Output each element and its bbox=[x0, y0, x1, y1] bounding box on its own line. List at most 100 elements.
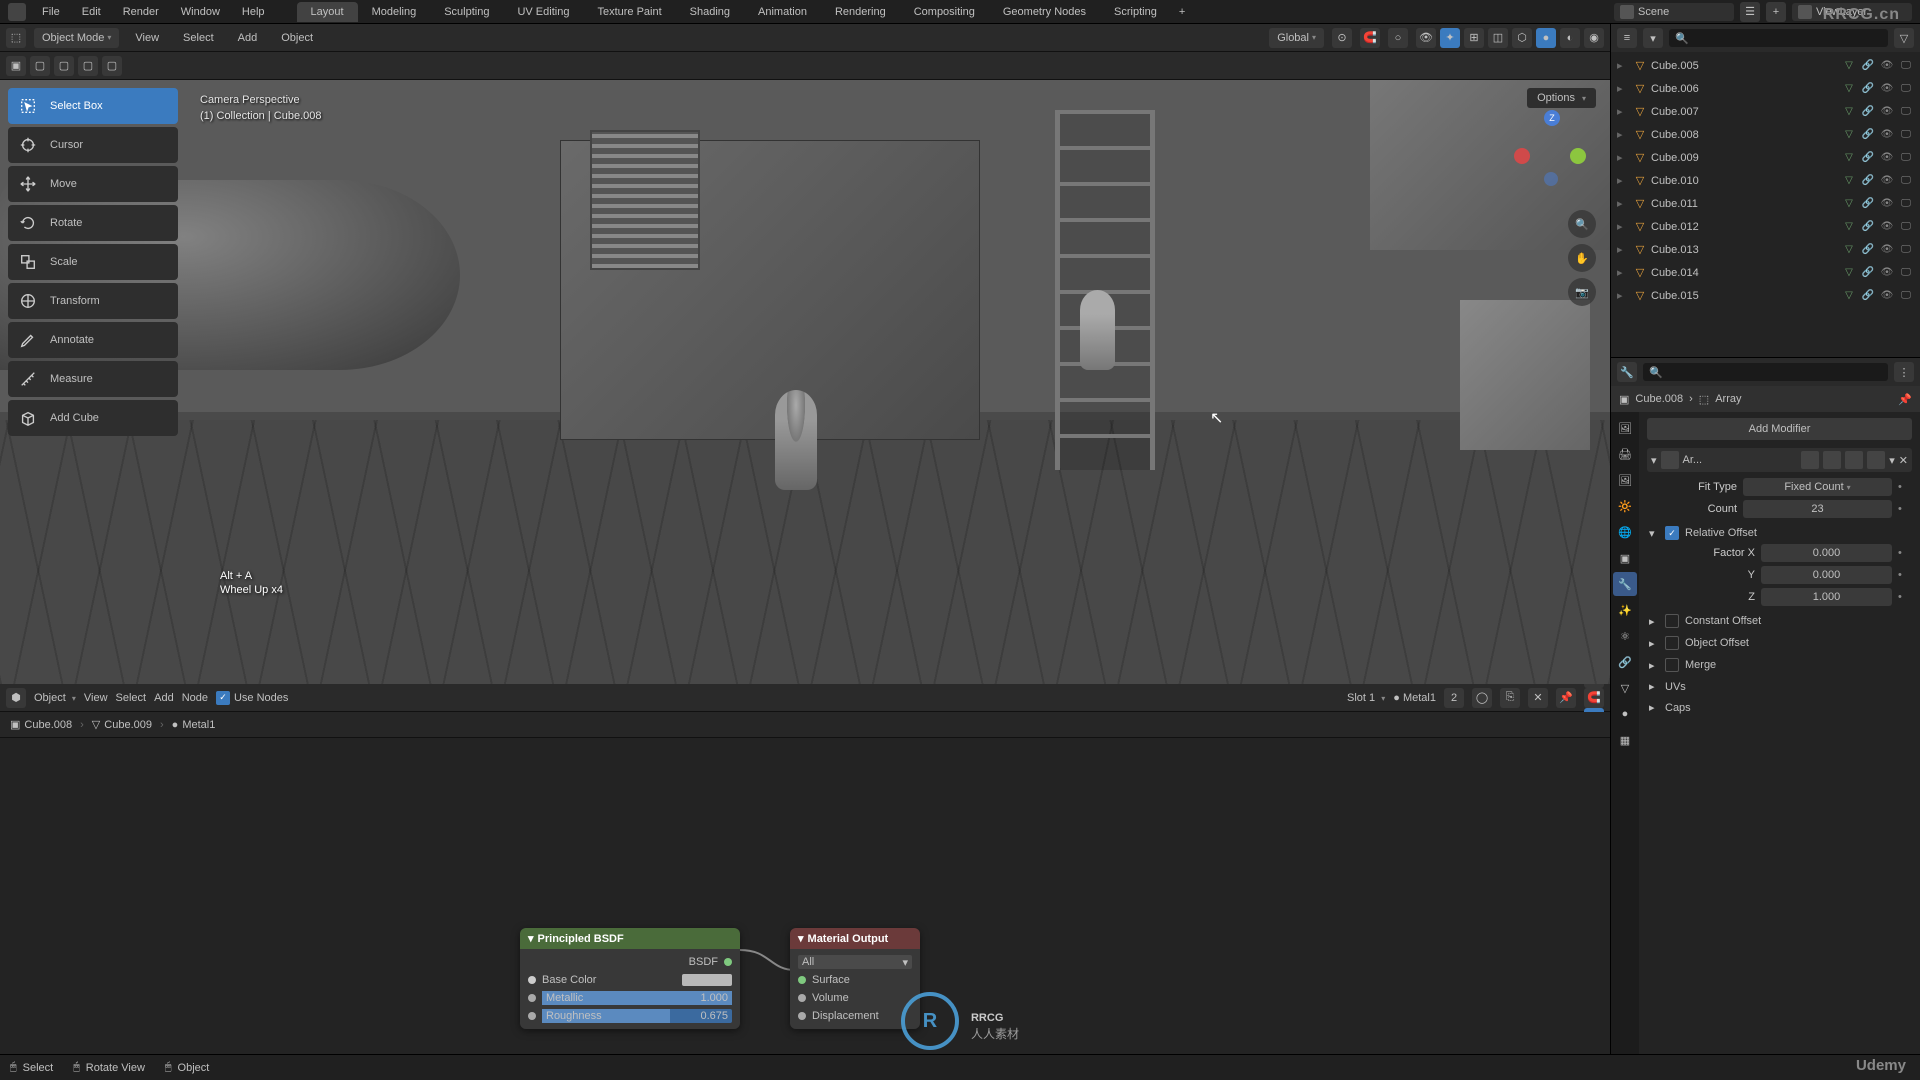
mesh-data-icon[interactable]: ▽ bbox=[1841, 219, 1857, 235]
shading-rendered[interactable]: ◉ bbox=[1584, 28, 1604, 48]
tool-measure[interactable]: Measure bbox=[8, 361, 178, 397]
slot-dropdown[interactable]: Slot 1 bbox=[1347, 692, 1385, 704]
outliner-tree[interactable]: ▸ ▽ Cube.005 ▽ 🔗 👁 🖵 ▸ ▽ Cube.006 ▽ 🔗 👁 … bbox=[1611, 52, 1920, 357]
tab-particles[interactable]: ✨ bbox=[1613, 598, 1637, 622]
3d-viewport[interactable]: ↖ Select Box Cursor Move Rotate bbox=[0, 80, 1610, 684]
tab-physics[interactable]: ⚛ bbox=[1613, 624, 1637, 648]
tab-texture-paint[interactable]: Texture Paint bbox=[583, 2, 675, 22]
props-editor-type[interactable]: 🔧 bbox=[1617, 362, 1637, 382]
mode-dropdown[interactable]: Object Mode bbox=[34, 28, 119, 48]
overlay-toggle[interactable]: ⊞ bbox=[1464, 28, 1484, 48]
tab-sculpting[interactable]: Sculpting bbox=[430, 2, 503, 22]
outliner-row[interactable]: ▸ ▽ Cube.013 ▽ 🔗 👁 🖵 bbox=[1611, 238, 1920, 261]
outliner-row[interactable]: ▸ ▽ Cube.007 ▽ 🔗 👁 🖵 bbox=[1611, 100, 1920, 123]
mesh-data-icon[interactable]: ▽ bbox=[1841, 104, 1857, 120]
bc-mod[interactable]: Array bbox=[1715, 393, 1741, 405]
pan-button[interactable]: ✋ bbox=[1568, 244, 1596, 272]
select-mode-3[interactable]: ▢ bbox=[54, 56, 74, 76]
mesh-data-icon[interactable]: ▽ bbox=[1841, 288, 1857, 304]
axis-y-icon[interactable] bbox=[1570, 148, 1586, 164]
axis-z-icon[interactable]: Z bbox=[1544, 110, 1560, 126]
eye-icon[interactable]: 👁 bbox=[1879, 265, 1895, 281]
select-mode-2[interactable]: ▢ bbox=[30, 56, 50, 76]
ne-snap[interactable]: 🧲 bbox=[1584, 688, 1604, 708]
mod-menu-icon[interactable]: ▾ bbox=[1889, 454, 1895, 467]
eye-icon[interactable]: 👁 bbox=[1879, 127, 1895, 143]
use-nodes-check[interactable]: ✓ Use Nodes bbox=[216, 691, 288, 705]
output-target-dropdown[interactable]: All▾ bbox=[798, 955, 912, 969]
menu-edit[interactable]: Edit bbox=[72, 2, 111, 22]
eye-icon[interactable]: 👁 bbox=[1879, 58, 1895, 74]
tab-world[interactable]: 🌐 bbox=[1613, 520, 1637, 544]
factor-z-field[interactable]: 1.000 bbox=[1761, 588, 1892, 606]
snap-button[interactable]: 🧲 bbox=[1360, 28, 1380, 48]
orientation-dropdown[interactable]: Global bbox=[1269, 28, 1324, 48]
mod-display-icon1[interactable] bbox=[1801, 451, 1819, 469]
vp-menu-add[interactable]: Add bbox=[230, 29, 266, 47]
tool-annotate[interactable]: Annotate bbox=[8, 322, 178, 358]
mesh-data-icon[interactable]: ▽ bbox=[1841, 150, 1857, 166]
outliner-display-mode[interactable]: ▾ bbox=[1643, 28, 1663, 48]
disable-icon[interactable]: 🖵 bbox=[1898, 173, 1914, 189]
pin-icon[interactable]: 📌 bbox=[1898, 393, 1912, 406]
vp-menu-object[interactable]: Object bbox=[273, 29, 321, 47]
ne-select[interactable]: Select bbox=[116, 692, 147, 704]
fit-type-dropdown[interactable]: Fixed Count bbox=[1743, 478, 1892, 496]
outliner-row[interactable]: ▸ ▽ Cube.010 ▽ 🔗 👁 🖵 bbox=[1611, 169, 1920, 192]
outliner-filter[interactable]: ▽ bbox=[1894, 28, 1914, 48]
eye-icon[interactable]: 👁 bbox=[1879, 196, 1895, 212]
material-link-icon[interactable]: 🔗 bbox=[1860, 242, 1876, 258]
pivot-button[interactable]: ⊙ bbox=[1332, 28, 1352, 48]
shading-solid[interactable]: ● bbox=[1536, 28, 1556, 48]
mod-delete-icon[interactable]: ✕ bbox=[1899, 454, 1908, 467]
socket-surface-icon[interactable] bbox=[798, 976, 806, 984]
expand-icon[interactable]: ▸ bbox=[1617, 174, 1629, 187]
add-modifier-button[interactable]: Add Modifier bbox=[1647, 418, 1912, 440]
ne-add[interactable]: Add bbox=[154, 692, 174, 704]
select-mode-5[interactable]: ▢ bbox=[102, 56, 122, 76]
outliner-row[interactable]: ▸ ▽ Cube.012 ▽ 🔗 👁 🖵 bbox=[1611, 215, 1920, 238]
shading-material[interactable]: ◐ bbox=[1560, 28, 1580, 48]
material-link-icon[interactable]: 🔗 bbox=[1860, 219, 1876, 235]
outliner-row[interactable]: ▸ ▽ Cube.009 ▽ 🔗 👁 🖵 bbox=[1611, 146, 1920, 169]
expand-icon[interactable]: ▸ bbox=[1617, 128, 1629, 141]
tab-modifiers[interactable]: 🔧 bbox=[1613, 572, 1637, 596]
scene-browse-button[interactable]: ☰ bbox=[1740, 2, 1760, 22]
material-link-icon[interactable]: 🔗 bbox=[1860, 150, 1876, 166]
material-link-icon[interactable]: 🔗 bbox=[1860, 265, 1876, 281]
mesh-data-icon[interactable]: ▽ bbox=[1841, 173, 1857, 189]
ne-node[interactable]: Node bbox=[182, 692, 208, 704]
zoom-button[interactable]: 🔍 bbox=[1568, 210, 1596, 238]
expand-icon[interactable]: ▸ bbox=[1617, 151, 1629, 164]
tab-material[interactable]: ● bbox=[1613, 702, 1637, 726]
tab-constraints[interactable]: 🔗 bbox=[1613, 650, 1637, 674]
tab-scripting[interactable]: Scripting bbox=[1100, 2, 1171, 22]
tool-move[interactable]: Move bbox=[8, 166, 178, 202]
ne-editor-type[interactable]: ⬢ bbox=[6, 688, 26, 708]
vp-menu-select[interactable]: Select bbox=[175, 29, 222, 47]
disable-icon[interactable]: 🖵 bbox=[1898, 150, 1914, 166]
tool-rotate[interactable]: Rotate bbox=[8, 205, 178, 241]
ne-mode-dropdown[interactable]: Object bbox=[34, 692, 76, 704]
mod-display-icon3[interactable] bbox=[1845, 451, 1863, 469]
relative-offset-panel[interactable]: ▾ ✓ Relative Offset bbox=[1647, 522, 1912, 544]
socket-metallic-icon[interactable] bbox=[528, 994, 536, 1002]
mesh-data-icon[interactable]: ▽ bbox=[1841, 81, 1857, 97]
ne-view[interactable]: View bbox=[84, 692, 108, 704]
material-link-icon[interactable]: 🔗 bbox=[1860, 81, 1876, 97]
material-link-icon[interactable]: 🔗 bbox=[1860, 127, 1876, 143]
menu-help[interactable]: Help bbox=[232, 2, 275, 22]
material-users[interactable]: 2 bbox=[1444, 688, 1464, 708]
eye-icon[interactable]: 👁 bbox=[1879, 81, 1895, 97]
checkbox-off-icon[interactable] bbox=[1665, 658, 1679, 672]
tab-render[interactable]: 🖼 bbox=[1613, 416, 1637, 440]
props-search[interactable]: 🔍 bbox=[1643, 363, 1888, 381]
axis-x-icon[interactable] bbox=[1514, 148, 1530, 164]
disable-icon[interactable]: 🖵 bbox=[1898, 288, 1914, 304]
tab-shading[interactable]: Shading bbox=[676, 2, 744, 22]
metallic-slider[interactable]: Metallic1.000 bbox=[542, 991, 732, 1005]
outliner-row[interactable]: ▸ ▽ Cube.011 ▽ 🔗 👁 🖵 bbox=[1611, 192, 1920, 215]
tab-animation[interactable]: Animation bbox=[744, 2, 821, 22]
mod-display-icon2[interactable] bbox=[1823, 451, 1841, 469]
outliner-search[interactable]: 🔍 bbox=[1669, 29, 1888, 47]
